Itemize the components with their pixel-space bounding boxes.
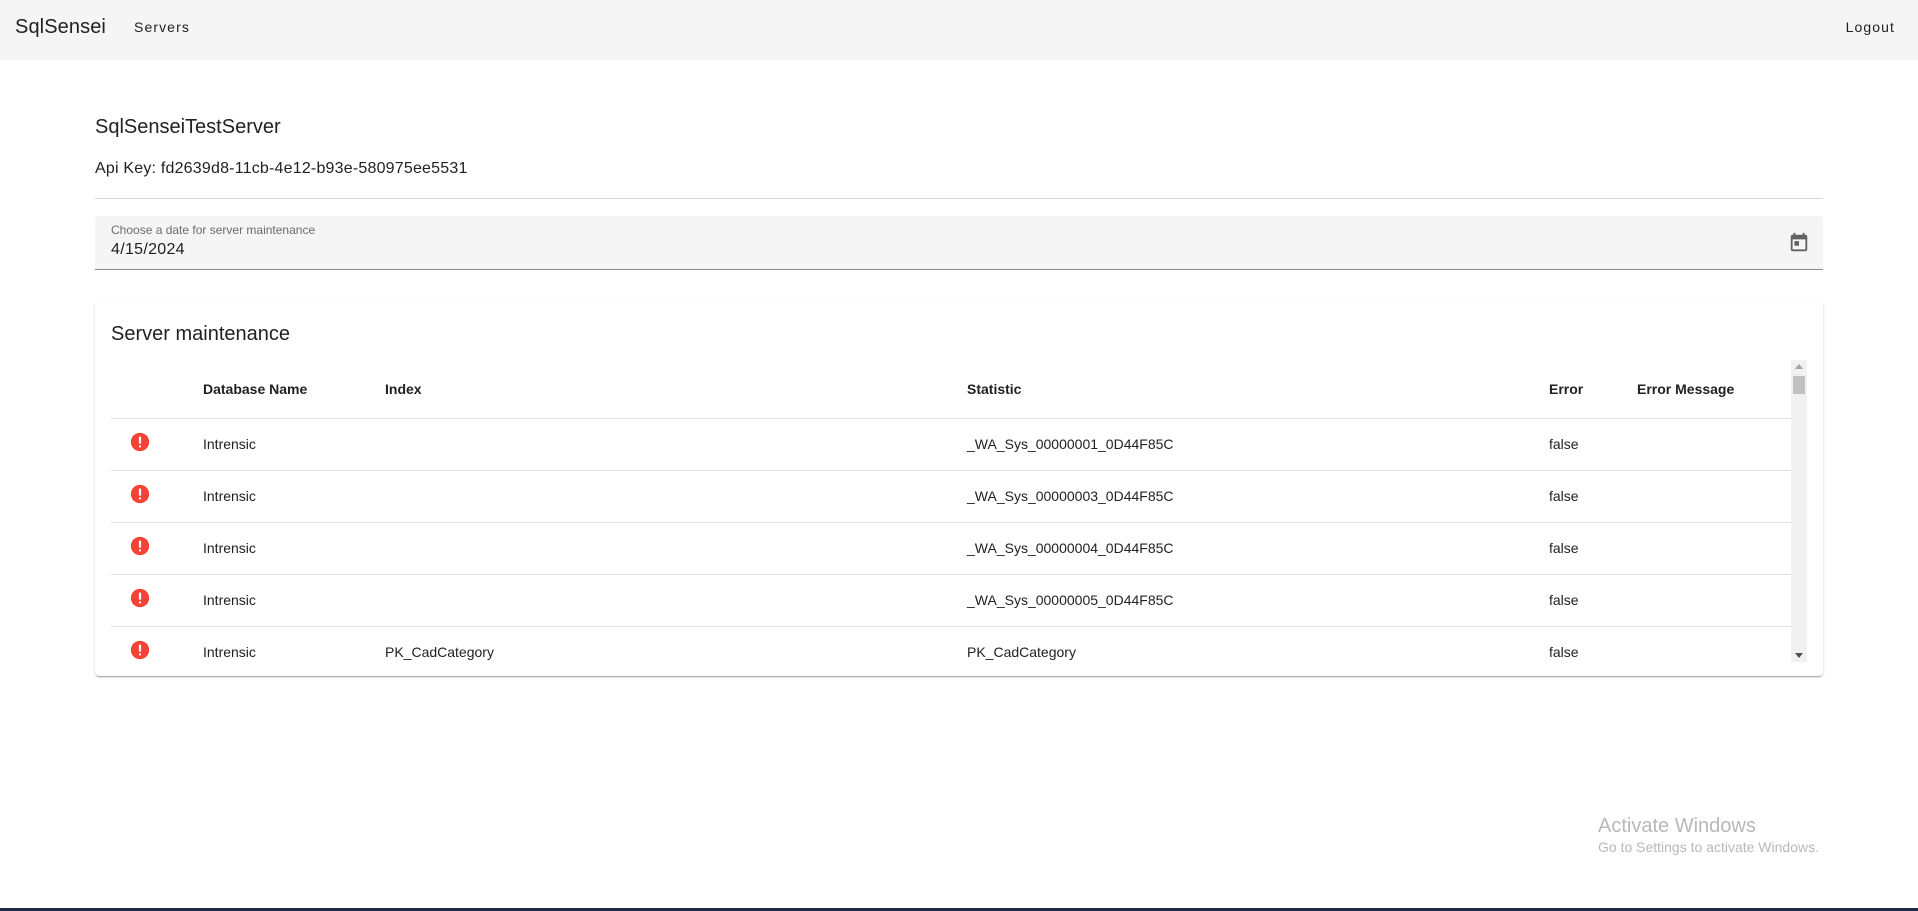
table-row[interactable]: Intrensic PK_CadCategory PK_CadCategory … bbox=[111, 627, 1791, 674]
cell-statistic: _WA_Sys_00000005_0D44F85C bbox=[967, 592, 1174, 608]
table-row[interactable]: Intrensic _WA_Sys_00000003_0D44F85C fals… bbox=[111, 471, 1791, 523]
cell-database: Intrensic bbox=[203, 540, 256, 556]
error-icon bbox=[130, 640, 150, 660]
table-row[interactable]: Intrensic _WA_Sys_00000001_0D44F85C fals… bbox=[111, 419, 1791, 471]
error-icon bbox=[130, 536, 150, 556]
table-scrollbar[interactable] bbox=[1791, 360, 1807, 662]
error-icon bbox=[130, 588, 150, 608]
server-maintenance-card: Server maintenance Database Name Index S… bbox=[95, 302, 1823, 676]
cell-statistic: _WA_Sys_00000004_0D44F85C bbox=[967, 540, 1174, 556]
watermark-subtitle: Go to Settings to activate Windows. bbox=[1598, 839, 1819, 855]
app-brand[interactable]: SqlSensei bbox=[15, 16, 106, 39]
cell-error: false bbox=[1549, 644, 1579, 660]
cell-database: Intrensic bbox=[203, 592, 256, 608]
cell-statistic: _WA_Sys_00000003_0D44F85C bbox=[967, 488, 1174, 504]
error-icon bbox=[130, 484, 150, 504]
cell-index: PK_CadCategory bbox=[385, 644, 494, 660]
column-header-database: Database Name bbox=[203, 381, 308, 397]
nav-servers-link[interactable]: Servers bbox=[134, 19, 190, 35]
cell-error: false bbox=[1549, 488, 1579, 504]
card-title: Server maintenance bbox=[111, 323, 290, 345]
cell-database: Intrensic bbox=[203, 488, 256, 504]
cell-error: false bbox=[1549, 540, 1579, 556]
api-key-text: Api Key: fd2639d8-11cb-4e12-b93e-580975e… bbox=[95, 160, 468, 177]
column-header-error-message: Error Message bbox=[1637, 381, 1735, 397]
table-row[interactable]: Intrensic _WA_Sys_00000005_0D44F85C fals… bbox=[111, 575, 1791, 627]
table-row[interactable]: Intrensic _WA_Sys_00000004_0D44F85C fals… bbox=[111, 523, 1791, 575]
date-field-label: Choose a date for server maintenance bbox=[111, 223, 316, 237]
scrollbar-thumb[interactable] bbox=[1793, 376, 1805, 394]
cell-error: false bbox=[1549, 436, 1579, 452]
scroll-down-arrow-icon[interactable] bbox=[1795, 653, 1803, 658]
section-divider bbox=[95, 198, 1823, 199]
watermark-title: Activate Windows bbox=[1598, 815, 1756, 837]
column-header-error: Error bbox=[1549, 381, 1584, 397]
activate-windows-watermark: Activate Windows Go to Settings to activ… bbox=[1598, 814, 1819, 857]
column-header-statistic: Statistic bbox=[967, 381, 1022, 397]
date-field-value[interactable]: 4/15/2024 bbox=[111, 241, 185, 259]
cell-error: false bbox=[1549, 592, 1579, 608]
table-header-row: Database Name Index Statistic Error Erro… bbox=[111, 360, 1791, 419]
calendar-icon[interactable] bbox=[1788, 232, 1810, 254]
scroll-up-arrow-icon[interactable] bbox=[1795, 364, 1803, 369]
cell-database: Intrensic bbox=[203, 644, 256, 660]
error-icon bbox=[130, 432, 150, 452]
server-name-heading: SqlSenseiTestServer bbox=[95, 116, 281, 138]
maintenance-table: Database Name Index Statistic Error Erro… bbox=[111, 360, 1807, 674]
cell-statistic: PK_CadCategory bbox=[967, 644, 1076, 660]
cell-database: Intrensic bbox=[203, 436, 256, 452]
cell-statistic: _WA_Sys_00000001_0D44F85C bbox=[967, 436, 1174, 452]
column-header-index: Index bbox=[385, 381, 422, 397]
top-toolbar: SqlSensei Servers Logout bbox=[0, 0, 1918, 60]
maintenance-date-field[interactable]: Choose a date for server maintenance 4/1… bbox=[95, 216, 1823, 270]
logout-button[interactable]: Logout bbox=[1846, 19, 1895, 35]
